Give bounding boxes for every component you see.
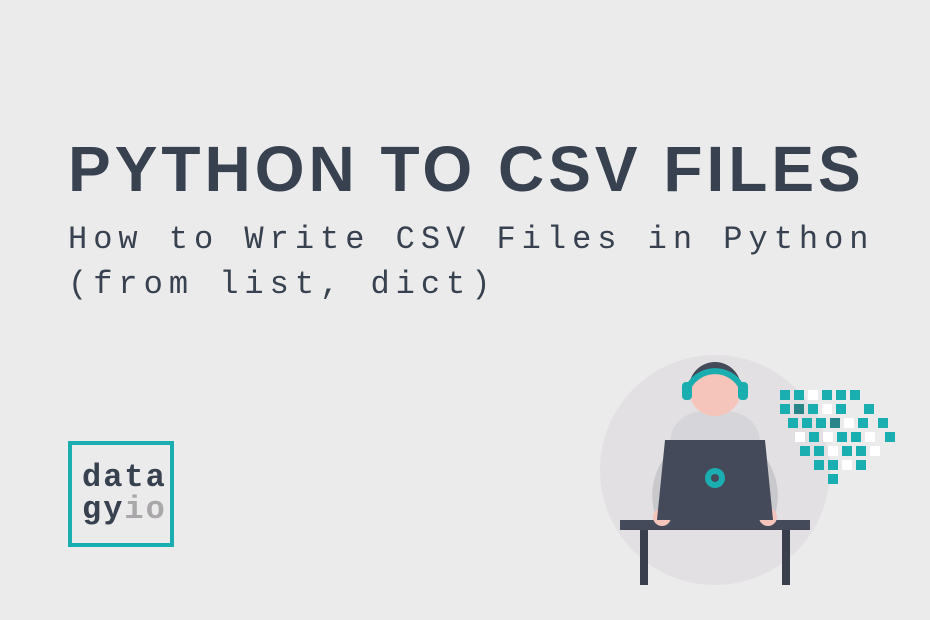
logo: data gyio [68,441,174,547]
logo-line1: data [82,462,167,494]
page-subtitle: How to Write CSV Files in Python (from l… [68,218,930,308]
logo-line2-left: gy [82,494,124,526]
programmer-illustration [570,350,900,590]
page-title: PYTHON TO CSV FILES [68,132,865,206]
logo-line2: gyio [82,494,167,526]
logo-line2-right: io [124,494,166,526]
